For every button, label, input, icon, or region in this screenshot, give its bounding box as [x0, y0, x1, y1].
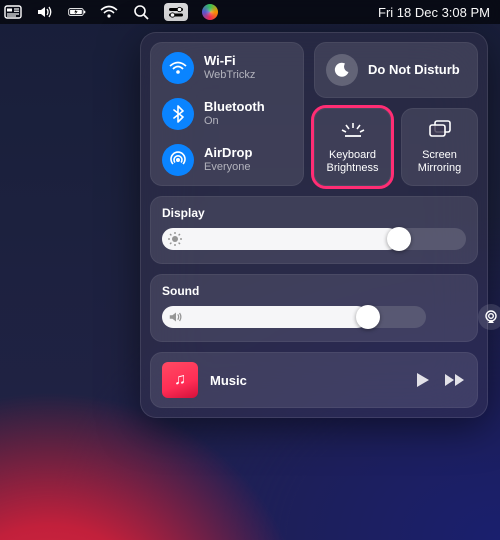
- spotlight-search-icon[interactable]: [132, 4, 150, 20]
- dnd-label: Do Not Disturb: [368, 63, 460, 78]
- display-slider-knob[interactable]: [387, 227, 411, 251]
- control-center-panel: Wi-Fi WebTrickz Bluetooth On AirDrop: [140, 32, 488, 418]
- wifi-toggle[interactable]: Wi-Fi WebTrickz: [162, 52, 292, 84]
- wifi-status-icon[interactable]: [100, 4, 118, 20]
- bluetooth-icon: [162, 98, 194, 130]
- keyboard-brightness-icon: [339, 120, 367, 143]
- music-module[interactable]: Music: [150, 352, 478, 408]
- control-center-icon[interactable]: [164, 3, 188, 21]
- airdrop-icon: [162, 144, 194, 176]
- next-track-button[interactable]: [444, 373, 466, 387]
- airdrop-subtitle: Everyone: [204, 161, 252, 174]
- music-app-icon: [162, 362, 198, 398]
- airplay-icon: [483, 310, 499, 324]
- play-button[interactable]: [416, 372, 430, 388]
- sound-module: Sound: [150, 274, 478, 342]
- screen-mirroring-icon: [428, 120, 452, 143]
- siri-icon[interactable]: [202, 4, 218, 20]
- display-module: Display: [150, 196, 478, 264]
- airplay-audio-button[interactable]: [478, 304, 500, 330]
- moon-icon: [326, 54, 358, 86]
- speaker-icon: [168, 310, 184, 324]
- bluetooth-subtitle: On: [204, 115, 265, 128]
- wifi-subtitle: WebTrickz: [204, 69, 255, 82]
- keyboard-brightness-button[interactable]: Keyboard Brightness: [314, 108, 391, 186]
- volume-icon[interactable]: [36, 4, 54, 20]
- sound-slider-knob[interactable]: [356, 305, 380, 329]
- screen-mirroring-label: Screen Mirroring: [405, 149, 474, 173]
- sound-title: Sound: [162, 284, 466, 298]
- screen-mirroring-button[interactable]: Screen Mirroring: [401, 108, 478, 186]
- brightness-icon: [168, 232, 182, 246]
- battery-charging-icon[interactable]: [68, 4, 86, 20]
- airdrop-toggle[interactable]: AirDrop Everyone: [162, 144, 292, 176]
- wifi-icon: [162, 52, 194, 84]
- menubar-datetime[interactable]: Fri 18 Dec 3:08 PM: [378, 5, 490, 20]
- menubar: Fri 18 Dec 3:08 PM: [0, 0, 500, 24]
- keyboard-brightness-label: Keyboard Brightness: [318, 149, 387, 173]
- wifi-title: Wi-Fi: [204, 54, 255, 69]
- sound-slider[interactable]: [162, 306, 426, 328]
- connectivity-module: Wi-Fi WebTrickz Bluetooth On AirDrop: [150, 42, 304, 186]
- bluetooth-title: Bluetooth: [204, 100, 265, 115]
- news-widget-icon[interactable]: [4, 4, 22, 20]
- music-title: Music: [210, 373, 404, 388]
- do-not-disturb-toggle[interactable]: Do Not Disturb: [314, 42, 478, 98]
- display-title: Display: [162, 206, 466, 220]
- display-slider[interactable]: [162, 228, 466, 250]
- bluetooth-toggle[interactable]: Bluetooth On: [162, 98, 292, 130]
- airdrop-title: AirDrop: [204, 146, 252, 161]
